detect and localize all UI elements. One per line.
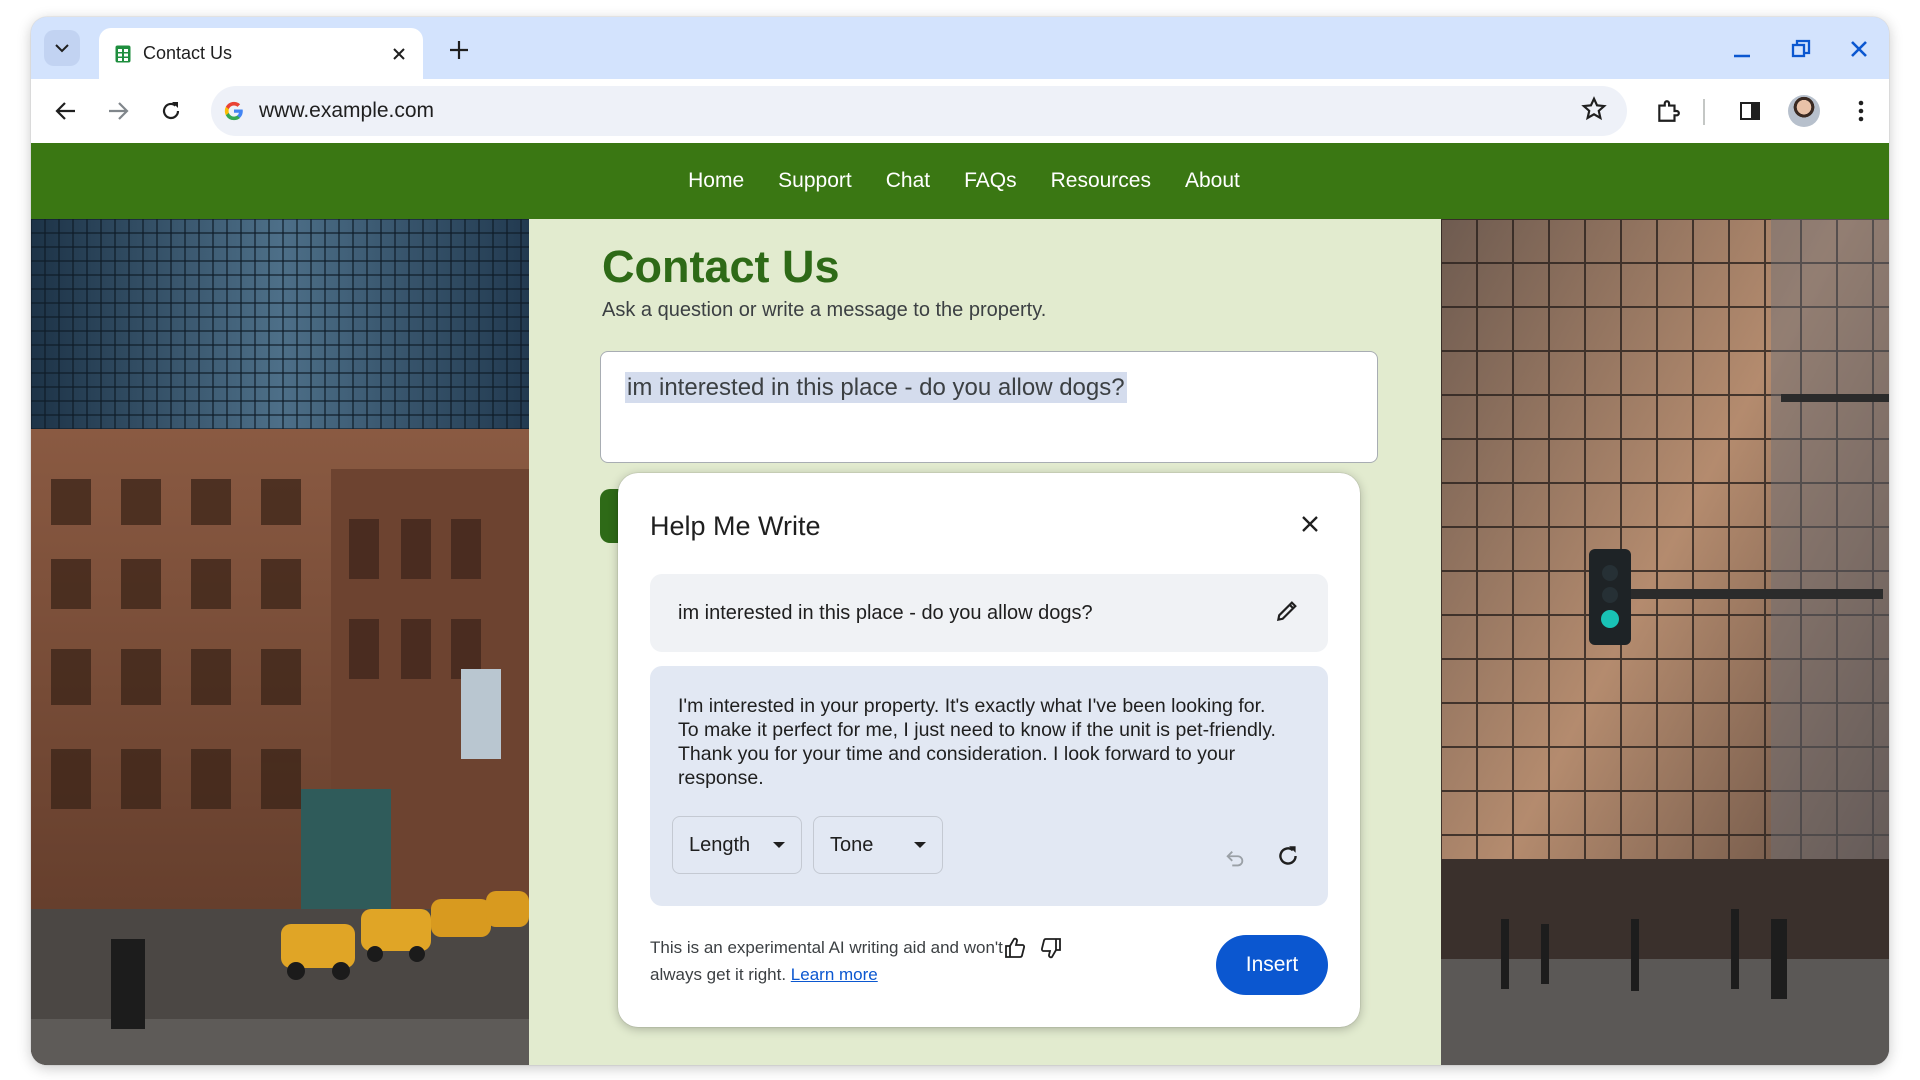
site-nav: Home Support Chat FAQs Resources About	[31, 143, 1889, 219]
profile-avatar[interactable]	[1788, 95, 1820, 127]
result-text: I'm interested in your property. It's ex…	[678, 695, 1276, 789]
undo-button[interactable]	[1220, 844, 1250, 874]
dialog-close-button[interactable]	[1294, 508, 1326, 540]
message-textarea[interactable]: im interested in this place - do you all…	[600, 351, 1378, 463]
thumbs-down-icon	[1040, 938, 1061, 959]
thumbs-down-button[interactable]	[1038, 935, 1064, 961]
refresh-icon	[1279, 846, 1297, 865]
browser-window: Contact Us www.example.com Home Support …	[31, 17, 1889, 1065]
arrow-right-icon	[109, 102, 129, 120]
prompt-text: im interested in this place - do you all…	[678, 601, 1093, 624]
nav-faqs[interactable]: FAQs	[964, 169, 1017, 193]
caret-down-icon	[773, 842, 785, 848]
page-title: Contact Us	[602, 241, 840, 292]
more-vert-icon	[1858, 100, 1864, 122]
prompt-field[interactable]: im interested in this place - do you all…	[650, 574, 1328, 652]
contact-section: Contact Us Ask a question or write a mes…	[529, 219, 1441, 1065]
close-icon	[1851, 41, 1867, 57]
nav-chat[interactable]: Chat	[886, 169, 930, 193]
bookmark-button[interactable]	[1581, 96, 1607, 127]
dialog-title: Help Me Write	[650, 511, 821, 541]
tab-close-button[interactable]	[387, 42, 411, 66]
new-tab-button[interactable]	[444, 35, 474, 65]
star-icon	[1581, 96, 1607, 121]
length-dropdown[interactable]: Length	[672, 816, 802, 874]
minimize-button[interactable]	[1724, 33, 1760, 65]
side-panel-icon	[1740, 102, 1760, 120]
nav-resources[interactable]: Resources	[1051, 169, 1151, 193]
pencil-icon	[1276, 600, 1297, 621]
building-photo-left	[31, 219, 529, 1065]
message-text: im interested in this place - do you all…	[625, 372, 1127, 403]
insert-button[interactable]: Insert	[1216, 935, 1328, 995]
building-photo-right	[1441, 219, 1889, 1065]
address-bar[interactable]: www.example.com	[211, 86, 1627, 136]
disclaimer: This is an experimental AI writing aid a…	[650, 934, 1010, 988]
tab-search-button[interactable]	[44, 30, 80, 66]
web-page: Home Support Chat FAQs Resources About C…	[31, 143, 1889, 1065]
plus-icon	[450, 41, 468, 59]
close-icon	[1302, 516, 1318, 532]
sheets-favicon-icon	[115, 45, 131, 62]
undo-icon	[1226, 851, 1244, 867]
puzzle-icon	[1658, 100, 1680, 122]
url-text: www.example.com	[259, 99, 435, 122]
close-window-button[interactable]	[1841, 33, 1877, 65]
learn-more-link[interactable]: Learn more	[791, 965, 878, 984]
tab-strip: Contact Us	[31, 17, 1889, 79]
length-dropdown-label: Length	[689, 833, 751, 856]
arrow-left-icon	[55, 102, 75, 120]
caret-down-icon	[914, 842, 926, 848]
edit-prompt-button[interactable]	[1274, 598, 1300, 629]
tone-dropdown[interactable]: Tone	[813, 816, 943, 874]
page-subtitle: Ask a question or write a message to the…	[602, 299, 1047, 321]
extensions-button[interactable]	[1649, 92, 1687, 130]
regenerate-button[interactable]	[1272, 840, 1304, 872]
active-tab[interactable]: Contact Us	[99, 28, 423, 79]
forward-button[interactable]	[99, 92, 137, 130]
reload-button[interactable]	[152, 92, 190, 130]
help-me-write-dialog: Help Me Write im interested in this plac…	[618, 473, 1360, 1027]
thumbs-up-button[interactable]	[1002, 935, 1028, 961]
browser-toolbar: www.example.com	[31, 79, 1889, 143]
nav-support[interactable]: Support	[778, 169, 852, 193]
generated-result: I'm interested in your property. It's ex…	[650, 666, 1328, 906]
google-g-icon	[224, 101, 243, 121]
menu-button[interactable]	[1842, 92, 1880, 130]
restore-button[interactable]	[1783, 33, 1819, 65]
tone-dropdown-label: Tone	[830, 833, 874, 856]
side-panel-button[interactable]	[1731, 92, 1769, 130]
thumbs-up-icon	[1005, 937, 1026, 958]
tab-title: Contact Us	[143, 43, 233, 63]
restore-icon	[1791, 39, 1811, 58]
chevron-down-icon	[55, 43, 69, 52]
reload-icon	[162, 102, 180, 120]
nav-about[interactable]: About	[1185, 169, 1240, 193]
close-icon	[393, 47, 405, 60]
back-button[interactable]	[47, 92, 85, 130]
feedback-buttons	[1002, 935, 1064, 961]
minimize-icon	[1734, 54, 1750, 58]
nav-home[interactable]: Home	[688, 169, 744, 193]
toolbar-separator	[1703, 99, 1705, 125]
